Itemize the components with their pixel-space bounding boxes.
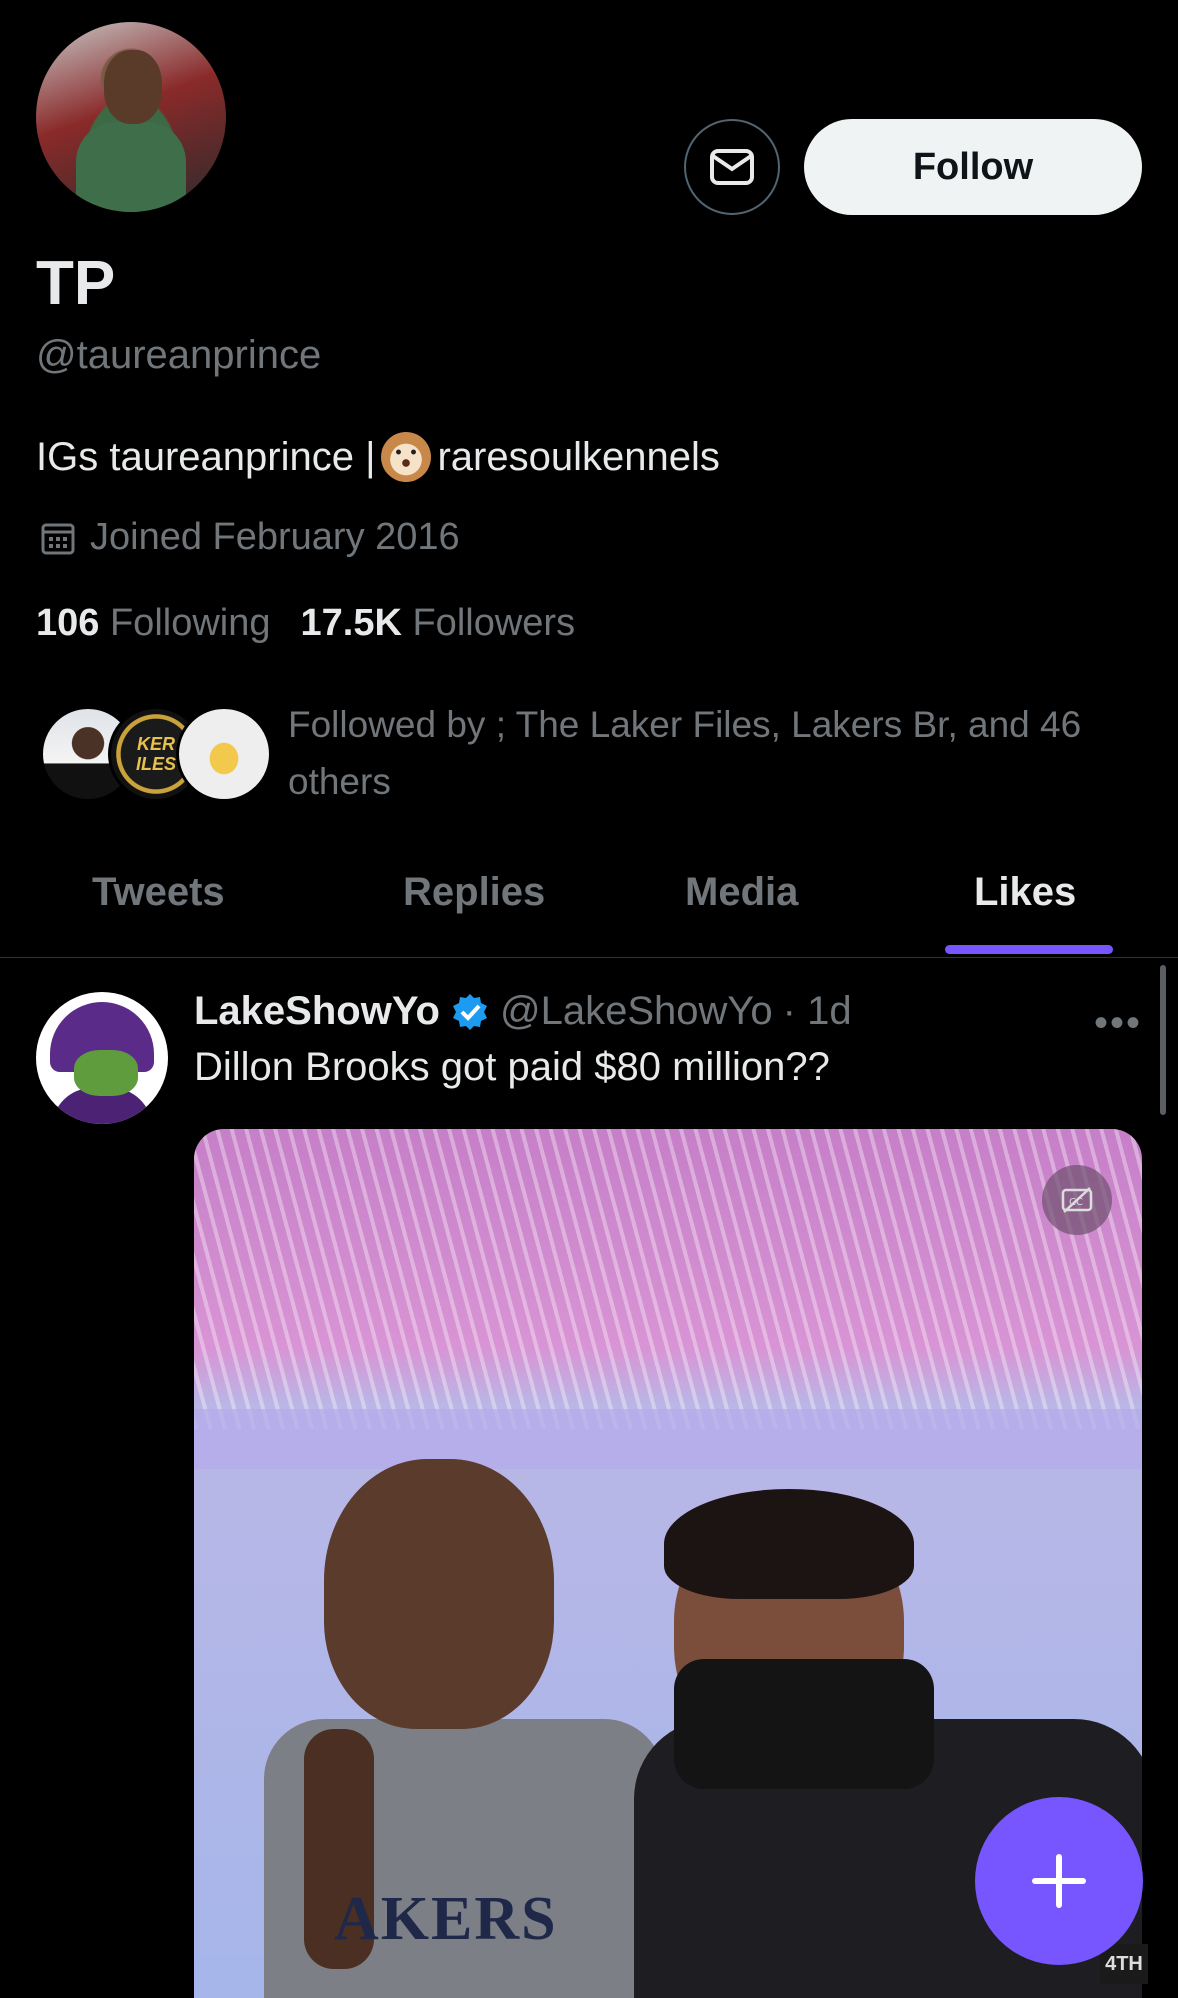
profile-avatar[interactable]: [36, 22, 226, 212]
profile-name: TP: [36, 249, 116, 318]
joined-date: Joined February 2016: [40, 516, 460, 559]
jersey-text: AKERS: [334, 1885, 558, 1953]
bio-prefix: IGs taureanprince |: [36, 434, 376, 479]
tweet-author-handle[interactable]: @LakeShowYo: [500, 989, 773, 1034]
tab-replies[interactable]: Replies: [403, 870, 545, 915]
scrollbar[interactable]: [1160, 965, 1166, 1115]
calendar-icon: [41, 523, 75, 554]
joined-text: Joined February 2016: [90, 516, 460, 558]
follow-button[interactable]: Follow: [804, 119, 1142, 215]
tweet-author-avatar[interactable]: [36, 992, 168, 1124]
follower-avatar: [176, 706, 272, 802]
profile-stats: 106 Following 17.5K Followers: [36, 602, 575, 645]
tweet-header: LakeShowYo @LakeShowYo · 1d: [194, 989, 852, 1034]
following-count: 106: [36, 602, 100, 644]
compose-button[interactable]: [975, 1797, 1143, 1965]
following-label: Following: [109, 602, 271, 644]
profile-tabs: Tweets Replies Media Likes: [0, 840, 1178, 958]
message-button[interactable]: [684, 119, 780, 215]
tab-tweets[interactable]: Tweets: [92, 870, 225, 915]
tweet-author-name[interactable]: LakeShowYo: [194, 989, 440, 1034]
followed-by-text: Followed by ; The Laker Files, Lakers Br…: [288, 704, 1082, 802]
tweet-text: Dillon Brooks got paid $80 million??: [194, 1045, 830, 1089]
captions-off-icon[interactable]: CC: [1042, 1165, 1112, 1235]
bio-suffix: raresoulkennels: [437, 434, 720, 479]
more-options-icon[interactable]: •••: [1094, 1001, 1142, 1046]
tab-media[interactable]: Media: [685, 870, 798, 915]
followers-label: Followers: [412, 602, 576, 644]
active-tab-indicator: [945, 945, 1113, 954]
tweet-time: · 1d: [782, 989, 852, 1033]
followed-by-row[interactable]: KER ILES Followed by ; The Laker Files, …: [40, 696, 1150, 816]
verified-badge-icon: [452, 993, 487, 1030]
score-badge: 4TH: [1100, 1944, 1148, 1984]
following-link[interactable]: 106 Following: [36, 602, 271, 645]
profile-handle: @taureanprince: [36, 333, 322, 377]
followers-count: 17.5K: [300, 602, 402, 644]
laker-files-logo-text: KER ILES: [135, 734, 176, 774]
followers-link[interactable]: 17.5K Followers: [301, 602, 576, 645]
profile-bio: IGs taureanprince | raresoulkennels: [36, 432, 720, 482]
mail-icon: [710, 149, 754, 185]
dog-emoji-icon: [381, 432, 432, 482]
plus-icon: [1032, 1854, 1086, 1908]
tab-likes[interactable]: Likes: [974, 870, 1076, 915]
